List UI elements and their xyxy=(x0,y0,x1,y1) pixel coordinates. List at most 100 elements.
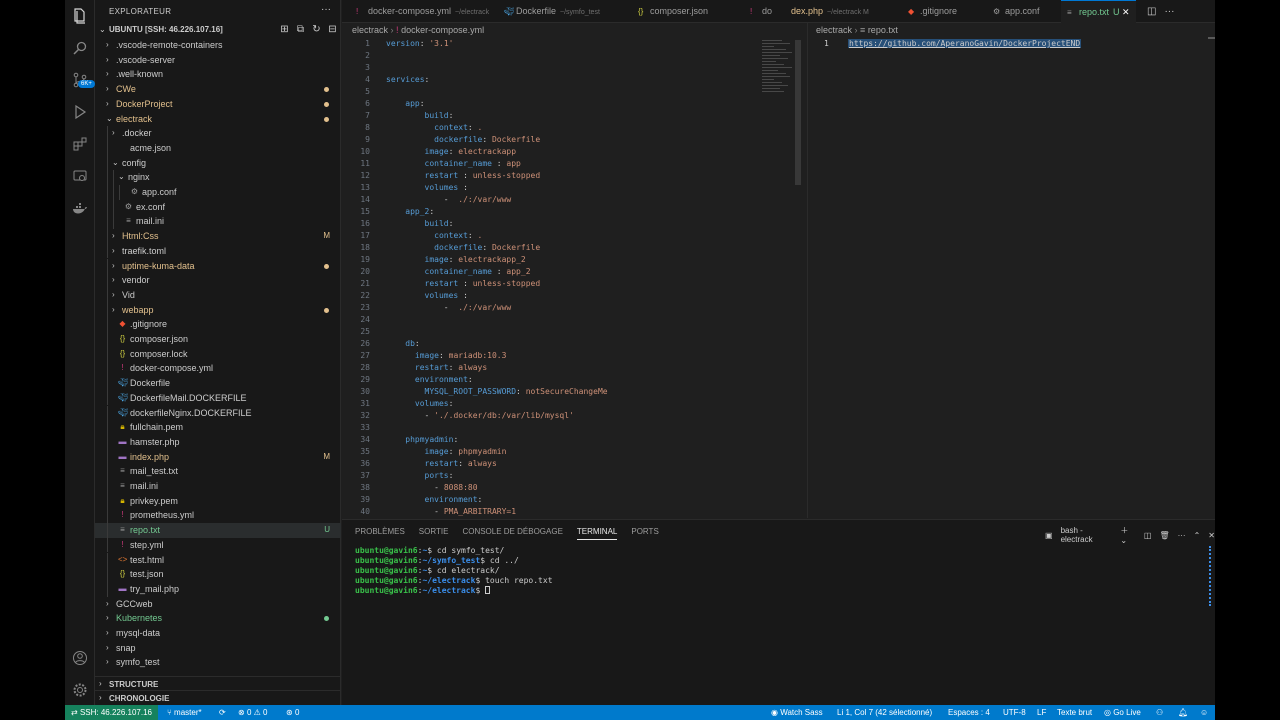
panel-tab[interactable]: PORTS xyxy=(631,527,658,540)
close-icon[interactable]: ✕ xyxy=(1208,531,1215,540)
explorer-icon[interactable] xyxy=(72,8,88,24)
structure-section[interactable]: › STRUCTURE xyxy=(95,676,341,691)
tree-file[interactable]: {} composer.lock xyxy=(95,346,341,362)
panel-tab[interactable]: SORTIE xyxy=(419,527,449,540)
remote-indicator[interactable]: ⇄ SSH: 46.226.107.16 xyxy=(65,705,158,720)
tree-file[interactable]: ◆ .gitignore xyxy=(95,317,341,332)
more-actions-icon[interactable]: ··· xyxy=(1178,531,1186,540)
close-icon[interactable]: ✕ xyxy=(1122,7,1130,18)
tree-file[interactable]: {} composer.json xyxy=(95,332,341,347)
tree-file[interactable]: 🐳︎ dockerfileNginx.DOCKERFILE xyxy=(95,405,341,421)
accounts-icon[interactable]: ⚇ xyxy=(1156,708,1163,717)
tree-folder[interactable]: › .docker xyxy=(95,126,341,141)
panel-tab[interactable]: CONSOLE DE DÉBOGAGE xyxy=(462,527,562,540)
tree-file[interactable]: acme.json xyxy=(95,140,341,156)
panel-tab[interactable]: PROBLÈMES xyxy=(355,527,405,540)
terminal-name[interactable]: bash - electrack xyxy=(1061,526,1113,544)
encoding[interactable]: UTF-8 xyxy=(1003,708,1026,717)
breadcrumb-folder[interactable]: electrack xyxy=(816,25,852,35)
chevron-up-icon[interactable]: ⌃ xyxy=(1194,531,1201,540)
tree-folder[interactable]: › .vscode-remote-containers xyxy=(95,38,341,53)
tree-folder[interactable]: › DockerProject xyxy=(95,97,341,112)
tree-file[interactable]: ≡ mail.ini xyxy=(95,214,341,230)
extensions-icon[interactable] xyxy=(72,136,88,152)
ports-indicator[interactable]: ⊛ 0 xyxy=(286,708,299,717)
tree-folder[interactable]: › snap xyxy=(95,641,341,656)
end-of-line[interactable]: LF xyxy=(1037,708,1046,717)
more-actions-icon[interactable]: ··· xyxy=(321,4,331,15)
tree-folder[interactable]: › webapp xyxy=(95,302,341,318)
tree-file[interactable]: ! prometheus.yml xyxy=(95,508,341,524)
tree-file[interactable]: {} test.json xyxy=(95,567,341,582)
tree-folder[interactable]: › mysql-data xyxy=(95,626,341,641)
tree-file[interactable]: ▬ try_mail.php xyxy=(95,581,341,597)
watch-sass[interactable]: ◉ Watch Sass xyxy=(771,708,823,717)
problems-indicator[interactable]: ⊗ 0 ⚠ 0 xyxy=(238,708,267,717)
tree-file[interactable]: ≡ mail.ini xyxy=(95,479,341,494)
tree-file[interactable]: 🔒︎ privkey.pem xyxy=(95,493,341,509)
tree-file[interactable]: ! step.yml xyxy=(95,537,341,553)
tab-docker-compose-yml[interactable]: ! docker-compose.yml ~/electrack xyxy=(350,0,498,23)
tree-folder[interactable]: › symfo_test xyxy=(95,655,341,670)
cursor-position[interactable]: Li 1, Col 7 (42 sélectionné) xyxy=(837,708,932,717)
tab-app-conf[interactable]: ⚙ app.conf xyxy=(987,0,1057,23)
sync-icon[interactable]: ⟳ xyxy=(219,708,226,717)
tab-dex-php[interactable]: dex.php ~/electrack M xyxy=(783,0,901,23)
docker-icon[interactable] xyxy=(72,200,88,216)
collapse-all-icon[interactable]: ⊟ xyxy=(327,24,338,35)
more-actions-icon[interactable]: ··· xyxy=(1164,6,1174,17)
tree-folder[interactable]: › Html:Css M xyxy=(95,229,341,244)
timeline-section[interactable]: › CHRONOLOGIE xyxy=(95,690,341,705)
tree-file[interactable]: ≡ mail_test.txt xyxy=(95,464,341,479)
remote-explorer-icon[interactable] xyxy=(72,168,88,184)
split-terminal-icon[interactable]: ◫ xyxy=(1144,531,1152,540)
split-editor-icon[interactable]: ◫ xyxy=(1147,6,1156,17)
tree-file[interactable]: 🔒︎ fullchain.pem xyxy=(95,420,341,435)
run-debug-icon[interactable] xyxy=(72,104,88,120)
tree-folder[interactable]: › vendor xyxy=(95,273,341,288)
tree-folder[interactable]: ›ToDockerReverseProxy xyxy=(95,670,341,672)
code-editor-left[interactable]: 1 version: '3.1' 2 3 4 services: 5 6 app: 7 buil… xyxy=(342,37,802,517)
add-terminal-icon[interactable]: ＋ ⌄ xyxy=(1120,525,1136,545)
language-mode[interactable]: Texte brut xyxy=(1057,708,1092,717)
search-icon[interactable] xyxy=(72,40,88,56)
indentation[interactable]: Espaces : 4 xyxy=(948,708,990,717)
account-icon[interactable] xyxy=(72,650,88,666)
refresh-icon[interactable]: ↻ xyxy=(311,24,322,35)
tab-do[interactable]: ! do xyxy=(744,0,784,23)
tree-file[interactable]: ▬ index.php M xyxy=(95,449,341,465)
tab--gitignore[interactable]: ◆ .gitignore xyxy=(902,0,988,23)
go-live[interactable]: ◎ Go Live xyxy=(1104,708,1141,717)
tree-folder[interactable]: › CWe xyxy=(95,82,341,97)
scrollbar-right[interactable] xyxy=(1208,37,1215,39)
terminal-output[interactable]: ubuntu@gavin6:~$ cd symfo_test/ubuntu@ga… xyxy=(355,546,553,596)
breadcrumb-file[interactable]: repo.txt xyxy=(868,25,898,35)
tree-folder[interactable]: › .vscode-server xyxy=(95,53,341,68)
breadcrumb-file[interactable]: docker-compose.yml xyxy=(401,25,484,35)
new-file-icon[interactable]: ⊞ xyxy=(279,24,290,35)
selected-link-text[interactable]: https://github.com/AperanoGavin/DockerPr… xyxy=(848,39,1082,48)
tree-file[interactable]: ! docker-compose.yml xyxy=(95,361,341,377)
settings-gear-icon[interactable] xyxy=(72,682,88,698)
tree-folder[interactable]: ⌄ nginx xyxy=(95,170,341,185)
tree-folder[interactable]: › Vid xyxy=(95,287,341,303)
tree-file[interactable]: <> test.html xyxy=(95,552,341,568)
tree-file[interactable]: ▬ hamster.php xyxy=(95,434,341,450)
breadcrumb-folder[interactable]: electrack xyxy=(352,25,388,35)
notifications-bell-icon[interactable]: 🔔︎ xyxy=(1178,708,1188,717)
tree-file[interactable]: 🐳︎ Dockerfile xyxy=(95,376,341,391)
code-editor-right[interactable]: 1 https://github.com/AperanoGavin/Docker… xyxy=(808,37,1215,517)
scrollbar-left[interactable] xyxy=(795,40,801,185)
tree-file[interactable]: ⚙ app.conf xyxy=(95,185,341,200)
panel-tab[interactable]: TERMINAL xyxy=(576,527,618,540)
tree-folder[interactable]: › GCCweb xyxy=(95,597,341,612)
new-folder-icon[interactable]: ⧉ xyxy=(295,24,306,35)
tab-dockerfile[interactable]: 🐳︎ Dockerfile ~/symfo_test xyxy=(498,0,630,23)
tab-repo-txt[interactable]: ≡ repo.txt U ✕ xyxy=(1061,0,1136,23)
tree-folder[interactable]: › traefik.toml xyxy=(95,243,341,259)
tab-composer-json[interactable]: {} composer.json xyxy=(632,0,744,23)
tree-file[interactable]: ⚙ ex.conf xyxy=(95,199,341,215)
tree-folder[interactable]: › .well-known xyxy=(95,67,341,82)
tree-folder[interactable]: ⌄ config xyxy=(95,155,341,171)
branch-indicator[interactable]: ⑂ master* xyxy=(167,708,202,717)
